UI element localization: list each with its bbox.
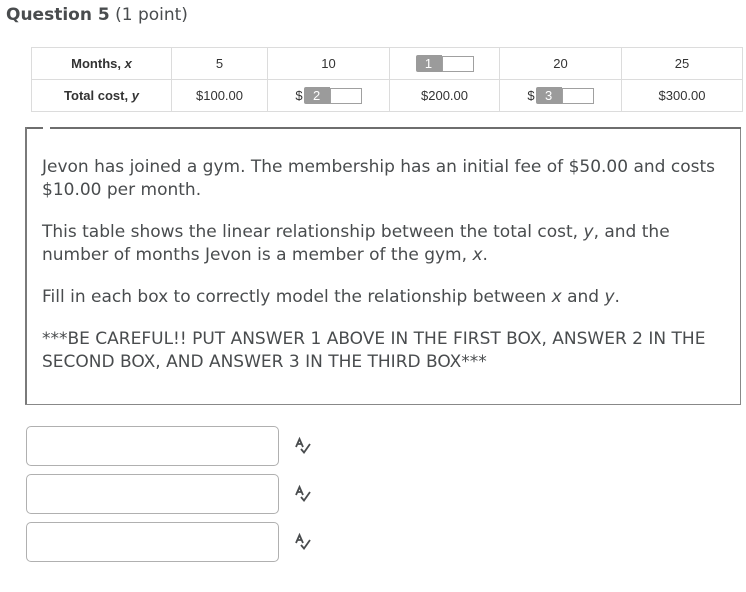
question-title: Question 5	[6, 5, 110, 25]
dollar-prefix: $	[295, 88, 303, 104]
prompt-paragraph-2: This table shows the linear relationship…	[42, 222, 670, 265]
spellcheck-icon[interactable]	[293, 436, 313, 456]
question-points: (1 point)	[115, 5, 188, 25]
answer-input-1[interactable]	[26, 426, 279, 466]
answer-row-3	[26, 522, 326, 564]
table-row-total-cost: Total cost, y $100.00 $2 $200.00 $3 $300…	[31, 79, 743, 112]
table-cell: 25	[621, 47, 743, 80]
row-header-months: Months, x	[31, 47, 172, 80]
table-cell: $200.00	[389, 79, 500, 112]
table-cell: 10	[267, 47, 390, 80]
prompt-paragraph-3: Fill in each box to correctly model the …	[42, 287, 620, 307]
blank-number-tag: 3	[535, 87, 562, 105]
table-cell-blank-3: $3	[499, 79, 622, 112]
box-border	[50, 127, 741, 129]
data-table: Months, x 5 10 1 20 25 Total cost, y $10…	[31, 47, 743, 112]
table-cell-blank-1: 1	[389, 47, 500, 80]
spellcheck-icon[interactable]	[293, 532, 313, 552]
table-cell: $300.00	[621, 79, 743, 112]
blank-number-tag: 2	[303, 87, 330, 105]
table-row-months: Months, x 5 10 1 20 25	[31, 47, 743, 80]
answer-input-2[interactable]	[26, 474, 279, 514]
table-cell: 5	[171, 47, 268, 80]
prompt-paragraph-1: Jevon has joined a gym. The membership h…	[42, 157, 715, 200]
dollar-prefix: $	[527, 88, 535, 104]
blank-3: $3	[527, 87, 594, 105]
answer-row-1	[26, 426, 326, 468]
prompt-paragraph-4: ***BE CAREFUL!! PUT ANSWER 1 ABOVE IN TH…	[42, 329, 706, 372]
box-border	[25, 127, 27, 404]
answer-input-3[interactable]	[26, 522, 279, 562]
answer-row-2	[26, 474, 326, 516]
blank-number-tag: 1	[415, 55, 442, 73]
prompt-box: Jevon has joined a gym. The membership h…	[25, 127, 741, 405]
blank-slot	[441, 55, 474, 72]
spellcheck-icon[interactable]	[293, 484, 313, 504]
blank-slot	[329, 87, 362, 104]
row-header-total-cost: Total cost, y	[31, 79, 172, 112]
prompt-text: Jevon has joined a gym. The membership h…	[42, 156, 720, 393]
box-border	[25, 127, 43, 129]
table-cell-blank-2: $2	[267, 79, 390, 112]
table-cell: $100.00	[171, 79, 268, 112]
blank-slot	[561, 87, 594, 104]
table-cell: 20	[499, 47, 622, 80]
question-header: Question 5 (1 point)	[6, 4, 188, 26]
blank-1: 1	[415, 55, 474, 73]
blank-2: $2	[295, 87, 362, 105]
